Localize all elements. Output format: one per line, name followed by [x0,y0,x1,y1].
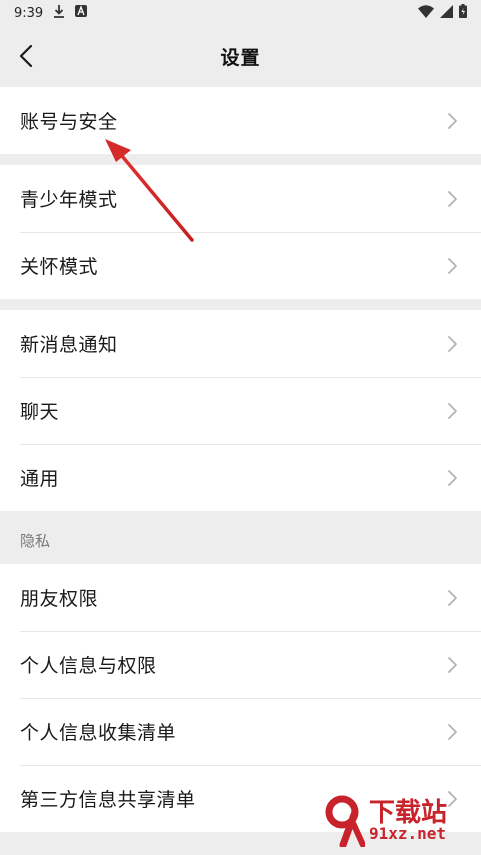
chevron-right-icon [448,335,457,352]
settings-item-personal-info-permissions[interactable]: 个人信息与权限 [0,631,481,698]
status-time: 9:39 [14,5,44,21]
chevron-left-icon [19,45,33,67]
chevron-right-icon [448,723,457,740]
watermark-url: 91xz.net [369,824,447,843]
settings-item-label: 青少年模式 [20,189,118,211]
settings-item-account-security[interactable]: 账号与安全 [0,87,481,154]
settings-item-label: 个人信息收集清单 [20,722,177,744]
section-header-privacy: 隐私 [20,532,51,550]
settings-item-label: 通用 [20,468,60,490]
settings-group-modes: 青少年模式 关怀模式 [0,165,481,299]
chevron-right-icon [448,112,457,129]
chevron-right-icon [448,469,457,486]
settings-item-label: 第三方信息共享清单 [20,789,196,811]
app-notification-icon [75,5,88,21]
page-title: 设置 [220,46,261,69]
settings-item-chat[interactable]: 聊天 [0,377,481,444]
settings-item-friend-permissions[interactable]: 朋友权限 [0,564,481,631]
back-button[interactable] [12,42,40,70]
chevron-right-icon [448,257,457,274]
watermark-text: 下载站 [369,798,448,828]
settings-item-notifications[interactable]: 新消息通知 [0,310,481,377]
settings-item-label: 账号与安全 [20,111,118,133]
settings-item-label: 关怀模式 [20,256,99,278]
wifi-icon [418,4,434,22]
settings-group-account: 账号与安全 [0,87,481,154]
settings-item-label: 个人信息与权限 [20,655,157,677]
chevron-right-icon [448,190,457,207]
settings-item-personal-info-collection[interactable]: 个人信息收集清单 [0,698,481,765]
settings-item-care-mode[interactable]: 关怀模式 [0,232,481,299]
logo-9-icon [325,795,365,847]
settings-item-label: 朋友权限 [20,588,99,610]
chevron-right-icon [448,589,457,606]
signal-icon [440,4,453,22]
settings-item-label: 聊天 [20,401,60,423]
chevron-right-icon [448,656,457,673]
settings-item-label: 新消息通知 [20,334,118,356]
settings-group-general: 新消息通知 聊天 通用 [0,310,481,511]
title-bar: 设置 [0,26,481,86]
settings-item-teen-mode[interactable]: 青少年模式 [0,165,481,232]
watermark-logo: 下载站 91xz.net [323,791,473,851]
battery-icon [459,4,467,22]
status-bar: 9:39 [0,0,481,26]
settings-item-general[interactable]: 通用 [0,444,481,511]
download-icon [53,4,65,22]
chevron-right-icon [448,402,457,419]
